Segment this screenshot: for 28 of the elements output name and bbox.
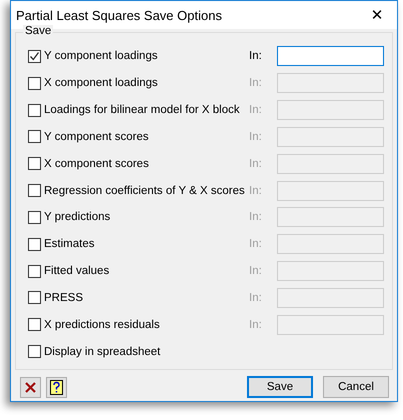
dialog-button[interactable]: Save	[247, 376, 313, 398]
checkbox-label: X predictions residuals	[44, 318, 161, 331]
dialog-button[interactable]: Cancel	[323, 376, 389, 398]
checkbox-label: PRESS	[44, 292, 84, 304]
checkbox-label: X component scores	[44, 158, 150, 170]
checkbox-label: X component loadings	[44, 77, 159, 90]
checkbox-label: Regression coefficients of Y & X scores	[44, 184, 246, 197]
checkbox-label: Y predictions	[44, 211, 112, 224]
checkbox-label: Loadings for bilinear model for X block	[44, 104, 241, 116]
checkbox-label: Y component loadings	[44, 50, 159, 62]
checkbox-label: Display in spreadsheet	[44, 346, 162, 358]
in-label: In:	[249, 158, 263, 170]
checkbox-label: Fitted values	[44, 265, 110, 278]
window-title: Partial Least Squares Save Options	[16, 8, 222, 22]
close-button[interactable]: ✕	[357, 1, 397, 29]
in-label: In:	[249, 50, 263, 62]
in-label: In:	[249, 292, 263, 304]
in-label: In:	[249, 265, 263, 278]
in-label: In:	[249, 130, 263, 143]
in-label: In:	[249, 184, 263, 197]
in-label: In:	[249, 104, 263, 116]
checkbox-label: Y component scores	[44, 130, 150, 143]
checkbox-label: Estimates	[44, 238, 96, 250]
in-label: In:	[249, 211, 263, 224]
in-label: In:	[249, 238, 263, 250]
group-title: Save	[23, 25, 54, 37]
in-label: In:	[249, 318, 263, 331]
in-label: In:	[249, 77, 263, 90]
